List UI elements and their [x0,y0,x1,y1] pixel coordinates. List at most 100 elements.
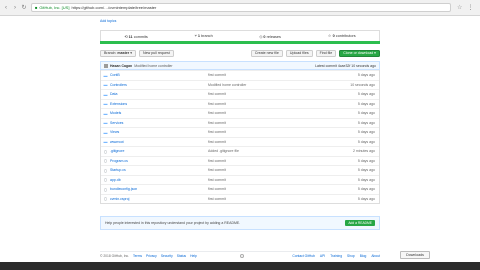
stat-count: 11 [128,34,133,39]
file-commit-message[interactable]: first commit [208,140,339,144]
file-commit-message[interactable]: first commit [208,168,339,172]
readme-prompt: Help people interested in this repositor… [100,216,380,230]
file-age: 5 days ago [357,168,375,173]
file-commit-message[interactable]: first commit [208,159,339,163]
stat-label: contributors [335,34,356,38]
table-row: ▯ app.db first commit 5 days ago [101,174,379,185]
footer-link[interactable]: Contact GitHub [292,254,315,258]
stat-label: branch [201,34,213,38]
file-icon: ▯ [104,148,107,154]
file-name[interactable]: Extensions [110,102,208,106]
file-name[interactable]: Services [110,121,208,125]
table-row: ▬ Models first commit 5 days ago [101,108,379,118]
file-list: ▬ ContB first commit 5 days ago ▬ Controllers… [100,70,380,204]
kebab-menu-icon[interactable]: ⋮ [467,4,473,11]
repo-stats-bar: ⟲ 11 commits ⑂ 1 branch ◇ 0 releases ☺ 0 co… [100,30,380,41]
upload-files-button[interactable]: Upload files [285,49,313,57]
language-bar [100,41,380,44]
stat-label: releases [266,34,281,39]
file-name[interactable]: ContB [110,73,208,77]
footer-link[interactable]: About [371,254,380,258]
github-mark-icon[interactable] [240,253,245,258]
reload-icon[interactable]: ↻ [21,5,27,11]
file-name[interactable]: Views [110,130,208,134]
file-name[interactable]: bundleconfig.json [110,187,208,191]
file-name[interactable]: Program.cs [110,159,208,163]
file-age: 5 days ago [357,120,375,125]
file-name[interactable]: Startup.cs [110,168,208,172]
file-commit-message[interactable]: first commit [208,111,339,115]
screen-frame: ‹ › ↻ ■ GitHub, Inc. [US] https://github… [0,0,480,270]
latest-commit-bar: Hasan Cagan Modified home controller Lat… [100,61,380,70]
branch-name: master [117,51,130,55]
downloads-button[interactable]: Downloads [400,251,430,259]
branch-selector[interactable]: Branch: master ▾ [100,49,136,57]
file-name[interactable]: Models [110,111,208,115]
file-icon: ▯ [104,196,107,202]
stat-count: 0 [332,34,335,38]
stat-commits[interactable]: ⟲ 11 commits [124,34,147,39]
new-pull-request-button[interactable]: New pull request [139,49,174,57]
footer-link[interactable]: Privacy [146,254,157,258]
file-name[interactable]: app.db [110,178,208,182]
file-commit-message[interactable]: first commit [208,197,339,201]
file-commit-message[interactable]: first commit [208,187,339,191]
back-arrow-icon[interactable]: ‹ [3,5,9,11]
file-commit-message[interactable]: first commit [208,73,339,77]
commit-message[interactable]: Modified home controller [134,64,172,68]
stat-contributors[interactable]: ☺ 0 contributors [328,34,356,38]
add-readme-button[interactable]: Add a README [345,220,375,226]
file-commit-message[interactable]: first commit [208,92,339,96]
forward-arrow-icon[interactable]: › [12,5,18,11]
stat-branch[interactable]: ⑂ 1 branch [195,34,213,38]
star-icon[interactable]: ☆ [457,4,462,11]
file-name[interactable]: .gitignore [110,149,208,153]
footer-link[interactable]: Shop [347,254,355,258]
footer-right-links: Contact GitHub API Training Shop Blog About [287,254,380,258]
commit-author[interactable]: Hasan Cagan [110,64,132,68]
file-age: 5 days ago [357,92,375,97]
file-actions-row: Branch: master ▾ New pull request Create… [100,48,380,58]
file-age: 2 minutes ago [353,149,375,154]
commit-meta: Latest commit 4cae32f 10 seconds ago [315,63,376,68]
file-icon: ▯ [104,167,107,173]
file-age: 5 days ago [357,187,375,192]
footer-link[interactable]: Blog [360,254,367,258]
footer-copyright: © 2018 GitHub, Inc. [100,253,130,258]
file-commit-message[interactable]: first commit [208,130,339,134]
footer-link[interactable]: Terms [133,254,142,258]
stat-label: commits [133,34,148,39]
stat-count: 1 [197,34,201,38]
file-age: 5 days ago [357,158,375,163]
file-commit-message[interactable]: first commit [208,102,339,106]
readme-prompt-text: Help people interested in this repositor… [105,221,241,225]
folder-icon: ▬ [103,110,108,116]
file-name[interactable]: wwwroot [110,140,208,144]
footer-link[interactable]: API [320,254,325,258]
file-name[interactable]: Controllers [110,83,208,87]
stat-releases[interactable]: ◇ 0 releases [259,34,281,39]
table-row: ▯ Startup.cs first commit 5 days ago [101,165,379,175]
stat-count: 0 [263,34,266,39]
footer-link[interactable]: Training [330,254,342,258]
table-row: ▯ .gitignore Added .gitignore file 2 minute… [101,146,379,156]
file-name[interactable]: Data [110,92,208,96]
footer-link[interactable]: Status [177,254,186,258]
avatar[interactable] [104,63,108,68]
file-commit-message[interactable]: Added .gitignore file [208,149,339,153]
clone-download-button[interactable]: Clone or download ▾ [339,49,380,57]
file-commit-message[interactable]: first commit [208,178,339,182]
folder-icon: ▬ [103,72,108,78]
file-commit-message[interactable]: first commit [208,121,339,125]
table-row: ▬ ContB first commit 5 days ago [101,70,379,80]
file-age: 5 days ago [357,73,375,78]
file-age: 5 days ago [357,177,375,182]
create-new-file-button[interactable]: Create new file [250,49,283,57]
file-commit-message[interactable]: Modified home controller [208,83,339,87]
clone-download-label: Clone or download [343,51,374,55]
file-name[interactable]: cvmin.csproj [110,197,208,201]
find-file-button[interactable]: Find file [315,49,337,57]
add-topics-link[interactable]: Add topics [100,19,380,23]
footer-link[interactable]: Security [161,254,173,258]
footer-link[interactable]: Help [190,254,197,258]
